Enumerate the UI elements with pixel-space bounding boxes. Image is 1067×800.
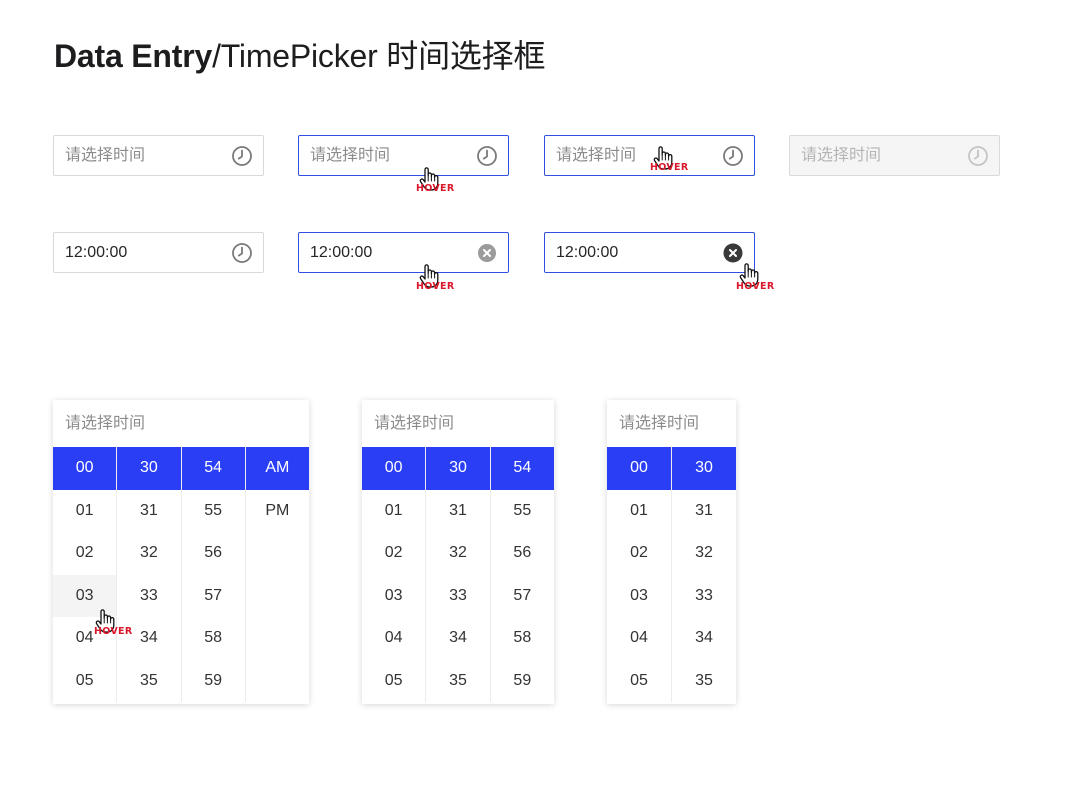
second-column[interactable]: 54 55 56 57 58 59 xyxy=(489,447,554,703)
time-cell[interactable]: 00 xyxy=(362,447,426,490)
minute-column[interactable]: 30 31 32 33 34 35 xyxy=(116,447,181,703)
time-cell[interactable]: 31 xyxy=(426,490,489,533)
clear-icon[interactable] xyxy=(722,242,744,264)
second-column[interactable]: 54 55 56 57 58 59 xyxy=(180,447,245,703)
time-input-placeholder: 请选择时间 xyxy=(801,147,882,164)
time-cell[interactable]: 34 xyxy=(426,617,489,660)
minute-column[interactable]: 30 31 32 33 34 35 xyxy=(425,447,490,703)
time-cell[interactable]: 01 xyxy=(607,490,671,533)
time-cell[interactable]: 05 xyxy=(607,660,671,703)
time-cell[interactable]: 56 xyxy=(182,532,245,575)
time-cell[interactable]: 31 xyxy=(117,490,180,533)
time-cell[interactable]: 03 xyxy=(607,575,671,618)
time-cell[interactable]: 58 xyxy=(491,617,554,660)
time-cell[interactable]: 54 xyxy=(490,447,554,490)
time-cell[interactable]: 57 xyxy=(491,575,554,618)
time-cell[interactable]: 02 xyxy=(53,532,116,575)
time-input-placeholder: 请选择时间 xyxy=(65,147,146,164)
time-cell[interactable]: 35 xyxy=(117,660,180,703)
time-cell[interactable]: 02 xyxy=(607,532,671,575)
time-cell[interactable]: 56 xyxy=(491,532,554,575)
time-cell[interactable]: 59 xyxy=(182,660,245,703)
hour-column[interactable]: 00 01 02 03 04 05 xyxy=(53,447,117,703)
panel-header: 请选择时间 xyxy=(619,415,700,432)
time-input-value: 12:00:00 xyxy=(65,244,128,261)
hover-annotation: HOVER xyxy=(650,162,689,173)
time-cell[interactable]: 59 xyxy=(491,660,554,703)
time-input-placeholder: 请选择时间 xyxy=(310,147,391,164)
time-cell[interactable]: 30 xyxy=(672,447,736,490)
time-input-filled[interactable]: 12:00:00 xyxy=(53,232,264,273)
time-cell[interactable]: 02 xyxy=(362,532,425,575)
time-input-hover[interactable]: 请选择时间 xyxy=(298,135,509,176)
time-input-disabled: 请选择时间 xyxy=(789,135,1000,176)
time-cell[interactable]: 00 xyxy=(607,447,671,490)
time-cell[interactable]: 01 xyxy=(53,490,116,533)
time-cell[interactable]: 32 xyxy=(672,532,736,575)
hover-annotation: HOVER xyxy=(416,281,455,292)
clock-icon[interactable] xyxy=(231,242,253,264)
time-cell[interactable]: 33 xyxy=(426,575,489,618)
time-cell[interactable]: 04 xyxy=(607,617,671,660)
time-dropdown-panel: 请选择时间 00 01 02 03 04 05 30 31 32 33 34 3… xyxy=(53,400,309,704)
time-cell[interactable]: 03 xyxy=(362,575,425,618)
time-cell[interactable]: 04 xyxy=(362,617,425,660)
time-cell[interactable]: 31 xyxy=(672,490,736,533)
hover-annotation: HOVER xyxy=(94,626,133,637)
time-cell[interactable]: 32 xyxy=(117,532,180,575)
time-cell[interactable]: 58 xyxy=(182,617,245,660)
page-title: Data Entry/TimePicker 时间选择框 xyxy=(54,34,545,78)
time-input-placeholder: 请选择时间 xyxy=(556,147,637,164)
time-input-clear-hover[interactable]: 12:00:00 xyxy=(544,232,755,273)
time-dropdown-panel: 请选择时间 00 01 02 03 04 05 30 31 32 33 34 3… xyxy=(607,400,736,704)
clock-icon[interactable] xyxy=(231,145,253,167)
clock-icon xyxy=(967,145,989,167)
time-input-value: 12:00:00 xyxy=(310,244,373,261)
page-title-rest: /TimePicker 时间选择框 xyxy=(212,38,546,74)
hover-annotation: HOVER xyxy=(416,183,455,194)
time-cell[interactable]: PM xyxy=(246,490,309,533)
panel-header: 请选择时间 xyxy=(374,415,455,432)
time-cell[interactable]: 00 xyxy=(53,447,117,490)
clock-icon[interactable] xyxy=(722,145,744,167)
time-cell[interactable]: 35 xyxy=(426,660,489,703)
time-cell[interactable]: 01 xyxy=(362,490,425,533)
time-cell[interactable]: 33 xyxy=(117,575,180,618)
time-cell[interactable]: 54 xyxy=(181,447,245,490)
time-cell[interactable]: 05 xyxy=(53,660,116,703)
panel-header: 请选择时间 xyxy=(65,415,146,432)
clear-icon[interactable] xyxy=(476,242,498,264)
time-cell[interactable]: 32 xyxy=(426,532,489,575)
time-cell[interactable]: 33 xyxy=(672,575,736,618)
clock-icon[interactable] xyxy=(476,145,498,167)
time-cell[interactable]: 30 xyxy=(117,447,181,490)
time-cell[interactable]: 34 xyxy=(117,617,180,660)
ampm-column[interactable]: AM PM xyxy=(244,447,309,702)
page-title-bold: Data Entry xyxy=(54,38,213,74)
time-cell[interactable]: 57 xyxy=(182,575,245,618)
time-cell[interactable]: 55 xyxy=(491,490,554,533)
time-input-filled-hover[interactable]: 12:00:00 xyxy=(298,232,509,273)
time-cell[interactable]: AM xyxy=(245,447,309,490)
hover-annotation: HOVER xyxy=(736,281,775,292)
time-dropdown-panel: 请选择时间 00 01 02 03 04 05 30 31 32 33 34 3… xyxy=(362,400,554,704)
time-cell[interactable]: 35 xyxy=(672,660,736,703)
time-input-default[interactable]: 请选择时间 xyxy=(53,135,264,176)
time-input-value: 12:00:00 xyxy=(556,244,619,261)
time-cell[interactable]: 30 xyxy=(426,447,490,490)
hour-column[interactable]: 00 01 02 03 04 05 xyxy=(362,447,426,703)
time-cell[interactable]: 55 xyxy=(182,490,245,533)
minute-column[interactable]: 30 31 32 33 34 35 xyxy=(671,447,736,702)
time-cell[interactable]: 05 xyxy=(362,660,425,703)
time-cell[interactable]: 34 xyxy=(672,617,736,660)
hour-column[interactable]: 00 01 02 03 04 05 xyxy=(607,447,671,702)
